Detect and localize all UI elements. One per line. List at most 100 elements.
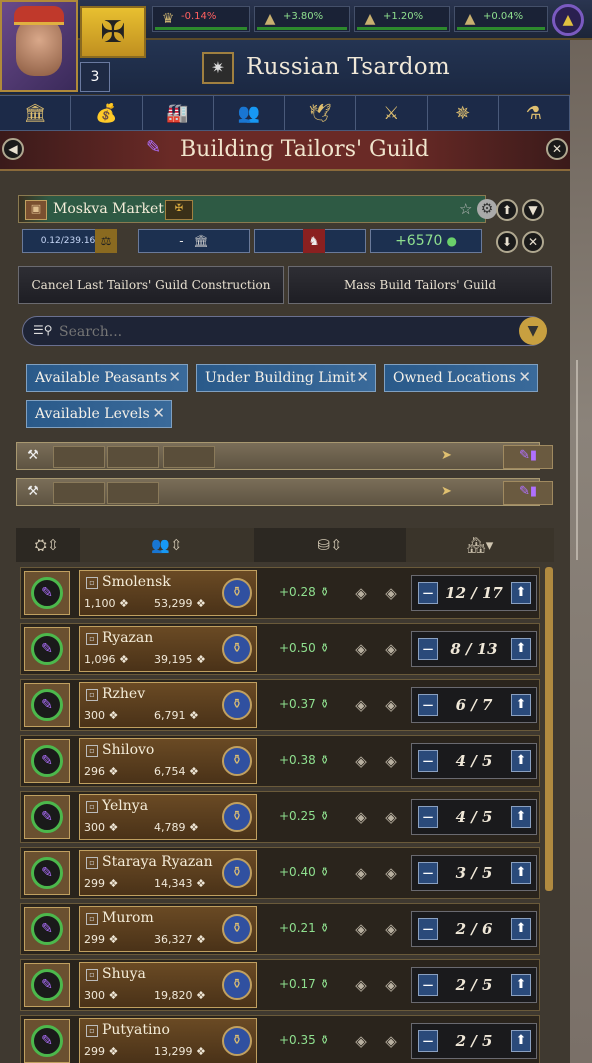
increase-button[interactable]: ⬆ <box>511 1030 531 1052</box>
table-row[interactable]: ✎ ▫ Rzhev 300 ❖ 6,791 ❖ ⚱ +0.37 ⚱ ◈ ◈ − … <box>20 679 540 731</box>
favorite-star-icon[interactable]: ☆ <box>459 200 472 218</box>
location-card[interactable]: ▫ Shuya 300 ❖ 19,820 ❖ ⚱ <box>79 962 257 1008</box>
increase-button[interactable]: ⬆ <box>511 638 531 660</box>
diamond-icon[interactable]: ◈ <box>381 639 401 659</box>
location-card[interactable]: ▫ Putyatino 299 ❖ 13,299 ❖ ⚱ <box>79 1018 257 1063</box>
market-down-button[interactable]: ⬇ <box>496 231 518 253</box>
diamond-icon[interactable]: ◈ <box>381 807 401 827</box>
sort-value-icon[interactable]: ⛁⇳ <box>256 528 404 562</box>
diamond-icon[interactable]: ◈ <box>381 751 401 771</box>
input-goods-bar-2[interactable]: ⚒ ➤ ✎▮ <box>16 478 553 506</box>
close-icon[interactable]: ✕ <box>168 368 181 386</box>
diamond-icon[interactable]: ◈ <box>351 583 371 603</box>
rank-badge[interactable]: 3 <box>80 62 110 92</box>
table-row[interactable]: ✎ ▫ Shilovo 296 ❖ 6,754 ❖ ⚱ +0.38 ⚱ ◈ ◈ … <box>20 735 540 787</box>
tab-production-icon[interactable]: 🏭 <box>143 96 214 130</box>
location-card[interactable]: ▫ Ryazan 1,096 ❖ 39,195 ❖ ⚱ <box>79 626 257 672</box>
build-button[interactable]: ✎ <box>24 1019 70 1063</box>
build-button[interactable]: ✎ <box>24 627 70 671</box>
table-row[interactable]: ✎ ▫ Putyatino 299 ❖ 13,299 ❖ ⚱ +0.35 ⚱ ◈… <box>20 1015 540 1063</box>
diamond-icon[interactable]: ◈ <box>351 751 371 771</box>
decrease-button[interactable]: − <box>418 862 438 884</box>
table-row[interactable]: ✎ ▫ Shuya 300 ❖ 19,820 ❖ ⚱ +0.17 ⚱ ◈ ◈ −… <box>20 959 540 1011</box>
country-flag-icon[interactable]: ✠ <box>80 6 146 58</box>
increase-button[interactable]: ⬆ <box>511 694 531 716</box>
diamond-icon[interactable]: ◈ <box>351 695 371 715</box>
market-icon[interactable]: ⚱ <box>222 746 252 776</box>
map-edge[interactable] <box>570 0 592 1063</box>
ruler-portrait[interactable] <box>0 0 78 92</box>
scrollbar[interactable] <box>545 567 553 891</box>
close-icon[interactable]: ✕ <box>356 368 369 386</box>
tab-society-icon[interactable]: 👥 <box>214 96 285 130</box>
decrease-button[interactable]: − <box>418 1030 438 1052</box>
tab-advances-icon[interactable]: ⚗ <box>499 96 570 130</box>
build-button[interactable]: ✎ <box>24 907 70 951</box>
market-icon[interactable]: ⚱ <box>222 578 252 608</box>
stat-estate-3[interactable]: ▲ +0.04% <box>454 6 548 32</box>
filter-icon[interactable]: ▼ <box>519 317 547 345</box>
decrease-button[interactable]: − <box>418 974 438 996</box>
table-row[interactable]: ✎ ▫ Ryazan 1,096 ❖ 39,195 ❖ ⚱ +0.50 ⚱ ◈ … <box>20 623 540 675</box>
market-filter-button[interactable]: ▼ <box>522 199 544 221</box>
decrease-button[interactable]: − <box>418 694 438 716</box>
market-stat-income[interactable]: +6570 ● <box>370 229 482 253</box>
back-button[interactable]: ◀ <box>2 138 24 160</box>
stat-legitimacy[interactable]: ♛ -0.14% <box>152 6 250 32</box>
stat-estate-1[interactable]: ▲ +3.80% <box>254 6 350 32</box>
market-stat-capacity[interactable]: 0.12/239.16 ⚖ <box>22 229 117 253</box>
decrease-button[interactable]: − <box>418 638 438 660</box>
build-button[interactable]: ✎ <box>24 851 70 895</box>
tab-diplomacy-icon[interactable]: 🕊 <box>285 96 357 130</box>
decrease-button[interactable]: − <box>418 806 438 828</box>
increase-button[interactable]: ⬆ <box>511 806 531 828</box>
location-card[interactable]: ▫ Murom 299 ❖ 36,327 ❖ ⚱ <box>79 906 257 952</box>
diamond-icon[interactable]: ◈ <box>381 583 401 603</box>
tab-economy-icon[interactable]: 💰 <box>71 96 143 130</box>
diamond-icon[interactable]: ◈ <box>381 863 401 883</box>
market-stat-merchants[interactable]: 6 ♞ <box>254 229 366 253</box>
build-button[interactable]: ✎ <box>24 739 70 783</box>
stat-estate-2[interactable]: ▲ +1.20% <box>354 6 450 32</box>
market-selector[interactable]: ▣ Moskva Market ✠ ☆ ⚙ <box>18 195 497 223</box>
diamond-icon[interactable]: ◈ <box>351 1031 371 1051</box>
country-emblem-icon[interactable]: ✷ <box>202 52 234 84</box>
diamond-icon[interactable]: ◈ <box>351 975 371 995</box>
diamond-icon[interactable]: ◈ <box>351 807 371 827</box>
diamond-icon[interactable]: ◈ <box>381 919 401 939</box>
market-up-button[interactable]: ⬆ <box>496 199 518 221</box>
build-button[interactable]: ✎ <box>24 963 70 1007</box>
tab-religion-icon[interactable]: ✵ <box>428 96 499 130</box>
filter-chip-peasants[interactable]: Available Peasants ✕ <box>26 364 188 392</box>
market-icon[interactable]: ⚱ <box>222 802 252 832</box>
market-icon[interactable]: ⚱ <box>222 858 252 888</box>
sort-level-icon[interactable]: 🏘▾ <box>406 528 554 562</box>
build-button[interactable]: ✎ <box>24 795 70 839</box>
decrease-button[interactable]: − <box>418 918 438 940</box>
cancel-construction-button[interactable]: Cancel Last Tailors' Guild Construction <box>18 266 284 304</box>
market-icon[interactable]: ⚱ <box>222 690 252 720</box>
search-input[interactable] <box>57 321 501 343</box>
market-icon[interactable]: ⚱ <box>222 970 252 1000</box>
diamond-icon[interactable]: ◈ <box>381 1031 401 1051</box>
close-icon[interactable]: ✕ <box>518 368 531 386</box>
table-row[interactable]: ✎ ▫ Staraya Ryazan 299 ❖ 14,343 ❖ ⚱ +0.4… <box>20 847 540 899</box>
increase-button[interactable]: ⬆ <box>511 750 531 772</box>
diamond-icon[interactable]: ◈ <box>381 975 401 995</box>
market-icon[interactable]: ⚱ <box>222 914 252 944</box>
market-icon[interactable]: ⚱ <box>222 634 252 664</box>
location-card[interactable]: ▫ Staraya Ryazan 299 ❖ 14,343 ❖ ⚱ <box>79 850 257 896</box>
build-button[interactable]: ✎ <box>24 683 70 727</box>
decrease-button[interactable]: − <box>418 750 438 772</box>
diamond-icon[interactable]: ◈ <box>351 639 371 659</box>
tab-government-icon[interactable]: 🏛 <box>0 96 72 130</box>
location-card[interactable]: ▫ Rzhev 300 ❖ 6,791 ❖ ⚱ <box>79 682 257 728</box>
diamond-icon[interactable]: ◈ <box>351 919 371 939</box>
input-goods-bar-1[interactable]: ⚒ ➤ ✎▮ <box>16 442 553 470</box>
close-icon[interactable]: ✕ <box>152 404 165 422</box>
location-card[interactable]: ▫ Yelnya 300 ❖ 4,789 ❖ ⚱ <box>79 794 257 840</box>
table-row[interactable]: ✎ ▫ Murom 299 ❖ 36,327 ❖ ⚱ +0.21 ⚱ ◈ ◈ −… <box>20 903 540 955</box>
diamond-icon[interactable]: ◈ <box>351 863 371 883</box>
filter-chip-owned[interactable]: Owned Locations ✕ <box>384 364 538 392</box>
mass-build-button[interactable]: Mass Build Tailors' Guild <box>288 266 552 304</box>
